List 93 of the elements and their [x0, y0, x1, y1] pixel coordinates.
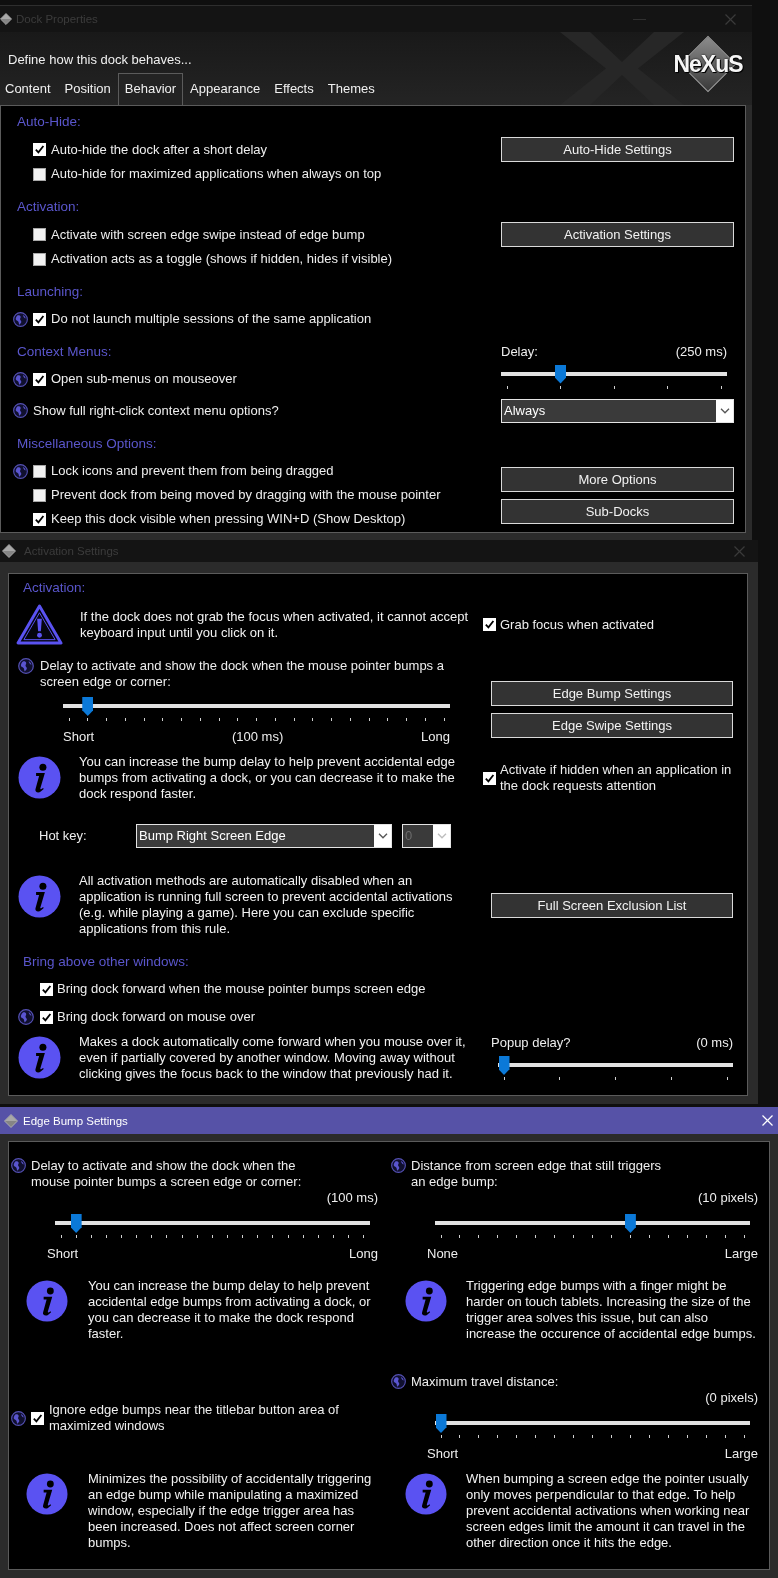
- checkbox-label: Activate if hidden when an application in the dock requests attention: [500, 762, 733, 794]
- slider-thumb[interactable]: [82, 697, 94, 716]
- dropdown[interactable]: Always: [501, 399, 734, 423]
- scale-label: Long: [421, 729, 450, 745]
- slider-value: (250 ms): [675, 343, 727, 360]
- setting-label: Show full right-click context menu options?: [33, 403, 279, 419]
- tab[interactable]: Appearance: [183, 73, 268, 105]
- chevron-down-icon[interactable]: [716, 400, 733, 422]
- setting-label: Maximum travel distance:: [411, 1374, 559, 1390]
- warning-icon: [16, 604, 63, 645]
- info-text: You can increase the bump delay to help prevent accidental edge bumps from activating a dock, or you can decrease it to make the dock respond faster.: [88, 1278, 372, 1342]
- checkbox-label: Auto-hide the dock after a short delay: [51, 141, 268, 158]
- setting-label: Delay to activate and show the dock when the mouse pointer bumps a screen edge or corner:: [31, 1158, 303, 1190]
- info-icon: [18, 756, 61, 799]
- slider-value: (0 ms): [696, 1035, 733, 1051]
- checkbox-label: Lock icons and prevent them from being dragged: [51, 463, 334, 479]
- info-text: Minimizes the possibility of accidentally triggering an edge bump while manipulating a maximized window, especially if the edge trigger area has been increased. Does not affect screen corner bumps.: [88, 1471, 373, 1551]
- checkbox-label: Open sub-menus on mouseover: [51, 371, 237, 387]
- section-heading: Activation:: [16, 198, 81, 216]
- logo: NeXuS: [671, 35, 745, 92]
- tab[interactable]: Content: [0, 73, 58, 105]
- warning-text: If the dock does not grab the focus when activated, it cannot accept keyboard input until you click on it.: [80, 608, 470, 641]
- checkbox-label: Prevent dock from being moved by dragging with the mouse pointer: [51, 487, 441, 503]
- info-text: All activation methods are automatically disabled when an application is running full screen to prevent accidental activations (e.g. while playing a game). Here you can exclude specific applications from this rule.: [79, 873, 454, 937]
- info-icon: [18, 1036, 61, 1079]
- diamond-icon: [0, 13, 12, 25]
- checkbox[interactable]: [33, 464, 46, 478]
- tab[interactable]: Themes: [320, 73, 382, 105]
- setting-label: Delay to activate and show the dock when the mouse pointer bumps a screen edge or corner:: [40, 658, 445, 690]
- checkbox-label: Bring dock forward on mouse over: [57, 1009, 255, 1025]
- push-button[interactable]: Activation Settings: [501, 222, 734, 247]
- slider-value: (0 pixels): [705, 1390, 758, 1406]
- scale-label: (100 ms): [231, 729, 284, 745]
- window-title: Edge Bump Settings: [23, 1113, 128, 1128]
- checkbox[interactable]: [33, 228, 46, 241]
- info-icon: [26, 1280, 68, 1322]
- checkbox-label: Do not launch multiple sessions of the same application: [51, 311, 372, 327]
- chevron-down-icon[interactable]: [374, 825, 391, 847]
- push-button[interactable]: Sub-Docks: [501, 498, 734, 524]
- section-heading: Miscellaneous Options:: [16, 435, 158, 453]
- slider-value: (100 ms): [326, 1190, 378, 1206]
- scale-label: None: [427, 1246, 459, 1262]
- checkbox-label: Ignore edge bumps near the titlebar button area of maximized windows: [49, 1402, 340, 1434]
- info-text: Triggering edge bumps with a finger might be harder on touch tablets. Increasing the size of the trigger area solves this issue, but can also increase the occurence of accidental edge bumps.: [466, 1278, 757, 1342]
- info-text: You can increase the bump delay to help prevent accidental edge bumps from activating a dock, or you can decrease it to make the dock respond faster.: [79, 754, 457, 802]
- scale-label: Long: [349, 1246, 378, 1262]
- section-heading: Bring above other windows:: [22, 953, 190, 971]
- section-heading: Activation:: [22, 579, 87, 597]
- push-button[interactable]: Auto-Hide Settings: [501, 137, 734, 162]
- slider-thumb[interactable]: [70, 1214, 82, 1233]
- setting-label: Distance from screen edge that still triggers an edge bump:: [411, 1158, 662, 1190]
- section-heading: Launching:: [16, 283, 85, 301]
- section-heading: Auto-Hide:: [16, 113, 82, 131]
- info-text: When bumping a screen edge the pointer usually only moves perpendicular to that edge. To help prevent accidental activations when working near screen edges limit the amount it can travel in the other direction once it hits the edge.: [466, 1471, 751, 1551]
- info-icon: [26, 1473, 68, 1515]
- push-button[interactable]: Full Screen Exclusion List: [491, 892, 733, 918]
- checkbox-label: Activation acts as a toggle (shows if hidden, hides if visible): [51, 251, 393, 267]
- checkbox[interactable]: [33, 252, 46, 266]
- slider-value: (10 pixels): [698, 1190, 758, 1206]
- push-button[interactable]: More Options: [501, 466, 734, 492]
- info-icon: [18, 875, 61, 918]
- tab[interactable]: Behavior: [117, 73, 184, 105]
- info-icon: [405, 1280, 447, 1322]
- checkbox-label: Grab focus when activated: [500, 616, 654, 633]
- scale-label: Large: [724, 1446, 758, 1462]
- checkbox[interactable]: [33, 167, 46, 181]
- dropdown[interactable]: Bump Right Screen Edge: [136, 824, 392, 848]
- slider-label: Popup delay?: [491, 1035, 571, 1051]
- checkbox-label: Auto-hide for maximized applications when always on top: [51, 166, 382, 182]
- section-heading: Context Menus:: [16, 343, 113, 361]
- hotkey-label: Hot key:: [39, 828, 88, 844]
- slider-thumb[interactable]: [435, 1414, 447, 1433]
- push-button[interactable]: Edge Swipe Settings: [491, 713, 733, 738]
- info-text: Makes a dock automatically come forward when you mouse over it, even if partially covered by another window. Moving away without clicking gives the focus back to the window that previously had it.: [79, 1034, 467, 1082]
- tab[interactable]: Effects: [267, 73, 321, 105]
- diamond-icon: [2, 544, 16, 558]
- scale-label: Short: [63, 729, 95, 745]
- tab[interactable]: Position: [57, 73, 118, 105]
- checkbox-label: Keep this dock visible when pressing WIN+D (Show Desktop): [51, 511, 406, 527]
- slider-thumb[interactable]: [624, 1214, 636, 1233]
- checkbox[interactable]: [33, 488, 46, 502]
- slider-thumb[interactable]: [555, 364, 566, 384]
- slider-label: Delay:: [501, 343, 538, 360]
- checkbox-label: Activate with screen edge swipe instead of edge bump: [51, 226, 365, 243]
- banner-subtitle: Define how this dock behaves...: [7, 52, 193, 68]
- checkbox-label: Bring dock forward when the mouse pointer bumps screen edge: [57, 981, 426, 997]
- push-button[interactable]: Edge Bump Settings: [491, 681, 733, 706]
- scale-label: Large: [724, 1246, 758, 1262]
- slider-thumb[interactable]: [498, 1056, 510, 1075]
- scale-label: Short: [47, 1246, 79, 1262]
- scale-label: Short: [427, 1446, 459, 1462]
- diamond-icon: [4, 1113, 18, 1128]
- info-icon: [405, 1473, 447, 1515]
